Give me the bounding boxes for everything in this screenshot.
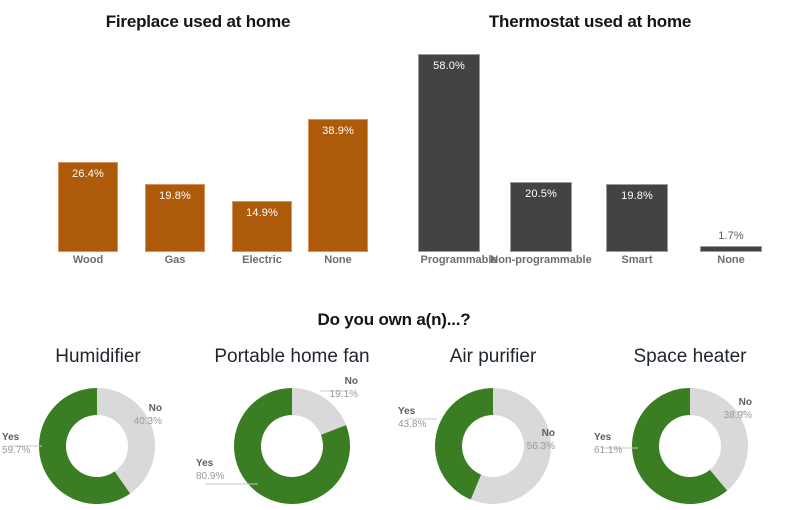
bar-none[interactable]: 1.7% <box>700 230 762 252</box>
donut-callout-value: 38.9% <box>723 410 752 421</box>
bar-none[interactable]: 38.9% <box>308 119 368 252</box>
thermostat-plot-area: 58.0% 20.5% 19.8% 1.7% <box>412 40 762 252</box>
dashboard-canvas: Fireplace used at home 26.4% 19.8% 14.9% 38… <box>0 0 788 510</box>
donut-callout-value: 19.1% <box>329 389 358 400</box>
donut-slice-yes[interactable] <box>38 388 131 504</box>
donut-slice-no[interactable] <box>470 388 551 505</box>
bar-wood[interactable]: 26.4% <box>58 162 118 252</box>
donut-callout-yes: Yes 59.7% <box>2 431 30 457</box>
bar-value-label: 19.8% <box>621 190 653 202</box>
donut-slice-yes[interactable] <box>233 388 350 504</box>
donut-callout-yes: Yes 80.9% <box>196 457 224 483</box>
bar-category-label: Wood <box>72 254 104 266</box>
bar-non-programmable[interactable]: 20.5% <box>510 182 572 252</box>
bar-value-label: 20.5% <box>525 188 557 200</box>
donut-slice-no[interactable] <box>292 388 347 435</box>
donut-callout-value: 40.3% <box>133 416 162 427</box>
bar-column[interactable]: 26.4% <box>58 162 118 252</box>
bar-column[interactable]: 19.8% <box>145 184 205 252</box>
donut-callout-yes: Yes 61.1% <box>594 431 622 457</box>
bar-value-label: 58.0% <box>433 60 465 72</box>
donut-callout-value: 43.8% <box>398 419 427 430</box>
donut-callout-no: No 19.1% <box>330 375 358 401</box>
donut-callout-value: 80.9% <box>196 471 225 482</box>
donut-callout-no: No 38.9% <box>724 396 752 422</box>
donut-slice-yes[interactable] <box>435 388 493 500</box>
donut-callout-value: 56.3% <box>526 441 555 452</box>
bar-electric[interactable]: 14.9% <box>232 201 292 252</box>
bar-value-label: 19.8% <box>159 190 191 202</box>
bar-column[interactable]: 1.7% <box>700 230 762 252</box>
bar-value-label: 26.4% <box>72 168 104 180</box>
donut-slice-yes[interactable] <box>632 388 728 504</box>
thermostat-bar-chart: 58.0% 20.5% 19.8% 1.7% Programmable Non-prog… <box>412 40 762 272</box>
donut-callout-value: 59.7% <box>2 445 31 456</box>
bar-category-label: None <box>324 254 352 266</box>
donut-title: Portable home fan <box>214 346 370 367</box>
bar-column[interactable]: 19.8% <box>606 184 668 252</box>
donut-title: Air purifier <box>449 346 537 367</box>
donut-title: Humidifier <box>55 346 141 367</box>
donut-callout-key: Yes <box>398 406 416 417</box>
donut-callout-key: No <box>148 403 162 414</box>
donut-callout-key: No <box>738 397 752 408</box>
donut-callout-key: Yes <box>196 458 214 469</box>
bar-column[interactable]: 38.9% <box>308 119 368 252</box>
donut-callout-no: No 40.3% <box>134 402 162 428</box>
donut-slice-no[interactable] <box>97 388 155 494</box>
thermostat-chart-title: Thermostat used at home <box>488 12 692 31</box>
bar-gas[interactable]: 19.8% <box>145 184 205 252</box>
donut-callout-no: No 56.3% <box>527 427 555 453</box>
bar-column[interactable]: 58.0% <box>418 54 480 252</box>
donut-slice-no[interactable] <box>690 388 748 491</box>
bar-programmable[interactable]: 58.0% <box>418 54 480 252</box>
fireplace-plot-area: 26.4% 19.8% 14.9% 38.9% <box>46 40 376 252</box>
donut-callout-key: Yes <box>2 432 20 443</box>
bar-column[interactable]: 14.9% <box>232 201 292 252</box>
donut-title: Space heater <box>633 346 747 367</box>
bar-value-label: 38.9% <box>322 125 354 137</box>
fireplace-bar-chart: 26.4% 19.8% 14.9% 38.9% Wood Gas Electric None <box>46 40 376 272</box>
donut-callout-key: No <box>541 428 555 439</box>
bar-value-label: 14.9% <box>246 207 278 219</box>
bar-smart[interactable]: 19.8% <box>606 184 668 252</box>
donut-callout-value: 61.1% <box>594 445 623 456</box>
bar-category-label: Gas <box>164 254 186 266</box>
donut-callout-key: Yes <box>594 432 612 443</box>
donut-callout-yes: Yes 43.8% <box>398 405 426 431</box>
bar-category-label: None <box>717 254 745 266</box>
bar-column[interactable]: 20.5% <box>510 182 572 252</box>
fireplace-chart-title: Fireplace used at home <box>105 12 291 31</box>
bar-value-label: 1.7% <box>718 230 744 242</box>
donut-section-title: Do you own a(n)...? <box>317 310 471 329</box>
donut-callout-key: No <box>344 376 358 387</box>
